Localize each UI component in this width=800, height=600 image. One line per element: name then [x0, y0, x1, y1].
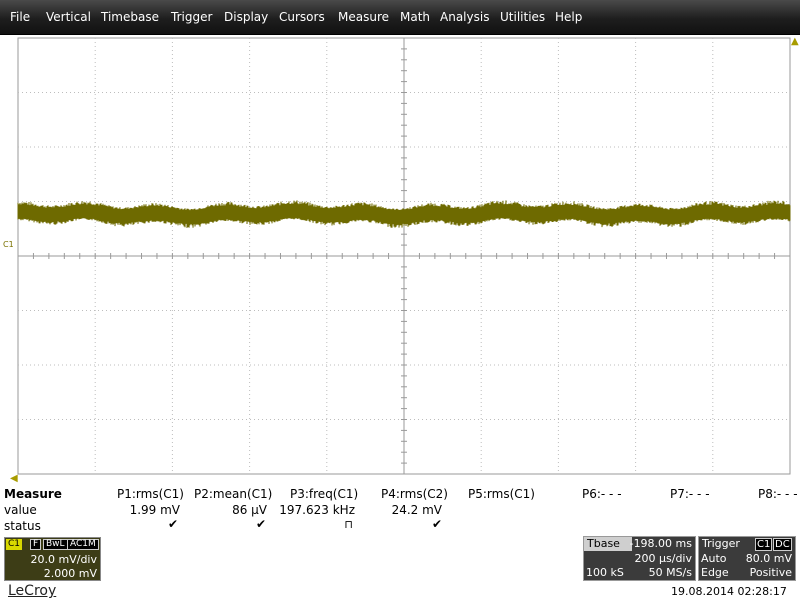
row-label-status: status: [4, 519, 41, 533]
tag-f: F: [30, 539, 42, 550]
tag-bwl: BwL: [43, 539, 68, 550]
param-status-p1: ✔: [167, 517, 178, 531]
trigger-title: Trigger: [699, 537, 745, 551]
waveform-grid: [17, 37, 791, 475]
menu-display[interactable]: Display: [224, 10, 268, 24]
menu-analysis[interactable]: Analysis: [440, 10, 489, 24]
tag-ac1m: AC1M: [67, 539, 99, 550]
param-name-p8[interactable]: P8:- - -: [758, 487, 798, 501]
param-status-p4: ✔: [431, 517, 442, 531]
channel-name: C1: [6, 539, 23, 550]
param-status-p2: ✔: [255, 517, 266, 531]
c1-level-marker[interactable]: C1: [3, 240, 14, 249]
param-value-p3: 197.623 kHz: [279, 503, 355, 517]
menu-help[interactable]: Help: [555, 10, 582, 24]
waveform-display[interactable]: C1 ▲ ◀: [0, 36, 800, 484]
timestamp: 19.08.2014 02:28:17: [671, 585, 787, 598]
param-name-p2[interactable]: P2:mean(C1): [194, 487, 272, 501]
timebase-title: Tbase: [584, 537, 632, 551]
menu-measure[interactable]: Measure: [338, 10, 389, 24]
param-name-p3[interactable]: P3:freq(C1): [290, 487, 358, 501]
param-name-p6[interactable]: P6:- - -: [582, 487, 622, 501]
brand-logo: LeCroy: [8, 583, 57, 599]
measure-table: Measure value status P1:rms(C1) 1.99 mV …: [0, 486, 800, 534]
menu-cursors[interactable]: Cursors: [279, 10, 325, 24]
param-name-p5[interactable]: P5:rms(C1): [468, 487, 535, 501]
trigger-coupling: DC: [773, 538, 792, 551]
trigger-level: 80.0 mV: [745, 552, 792, 565]
trigger-source: C1: [755, 538, 773, 551]
menu-vertical[interactable]: Vertical: [46, 10, 91, 24]
timebase-samples: 100 kS: [586, 566, 624, 579]
trigger-mode: Auto: [701, 552, 727, 565]
channel-c1-descriptor[interactable]: C1 F BwL AC1M 20.0 mV/div 2.000 mV: [4, 537, 101, 581]
trigger-slope: Positive: [749, 566, 792, 579]
param-value-p2: 86 µV: [232, 503, 267, 517]
trigger-level-arrow-icon[interactable]: ▲: [791, 36, 799, 47]
row-label-value: value: [4, 503, 37, 517]
timebase-per-div: 200 µs/div: [634, 552, 692, 565]
menu-bar: File Vertical Timebase Trigger Display C…: [0, 0, 800, 35]
timebase-rate: 50 MS/s: [648, 566, 692, 579]
param-name-p1[interactable]: P1:rms(C1): [117, 487, 184, 501]
trigger-type: Edge: [701, 566, 729, 579]
menu-trigger[interactable]: Trigger: [171, 10, 212, 24]
menu-timebase[interactable]: Timebase: [101, 10, 159, 24]
param-value-p1: 1.99 mV: [129, 503, 180, 517]
param-value-p4: 24.2 mV: [391, 503, 442, 517]
menu-file[interactable]: File: [10, 10, 30, 24]
channel-scale: 20.0 mV/div: [30, 553, 97, 566]
timebase-delay: -198.00 ms: [629, 537, 692, 550]
param-status-p3: ⊓: [344, 518, 353, 531]
channel-offset: 2.000 mV: [43, 567, 97, 580]
menu-math[interactable]: Math: [400, 10, 430, 24]
trigger-descriptor[interactable]: Trigger C1 DC Auto 80.0 mV Edge Positive: [698, 536, 796, 581]
menu-utilities[interactable]: Utilities: [500, 10, 545, 24]
param-name-p4[interactable]: P4:rms(C2): [381, 487, 448, 501]
timebase-descriptor[interactable]: Tbase -198.00 ms 200 µs/div 100 kS 50 MS…: [583, 536, 696, 581]
param-name-p7[interactable]: P7:- - -: [670, 487, 710, 501]
measure-title[interactable]: Measure: [4, 487, 62, 501]
left-arrow-icon[interactable]: ◀: [10, 473, 18, 484]
